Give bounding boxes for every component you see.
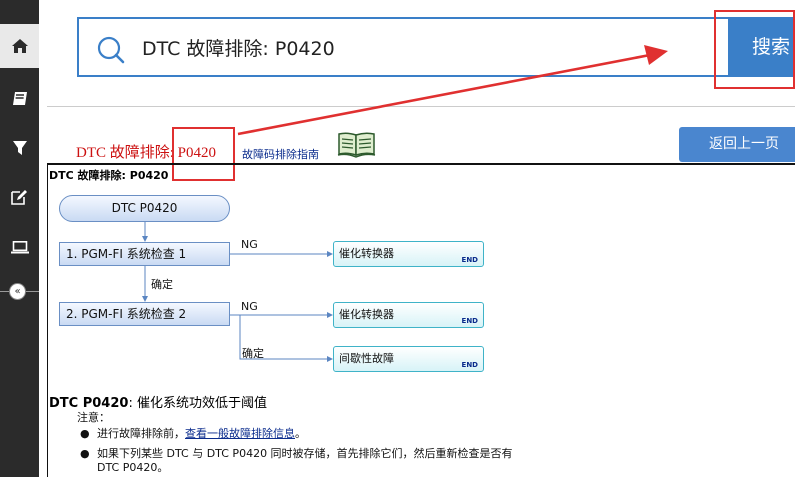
content-heading: DTC 故障排除: P0420	[49, 169, 169, 182]
open-book-icon[interactable]	[337, 131, 376, 158]
flow-ok-label-2: 确定	[242, 347, 264, 360]
end-badge: END	[461, 317, 478, 325]
note-label: 注意：	[77, 411, 110, 424]
flow-step-1[interactable]: 1. PGM-FI 系统检查 1	[59, 242, 230, 266]
bullet-item-1: 进行故障排除前，查看一般故障排除信息。	[97, 427, 306, 441]
content-frame	[47, 163, 795, 165]
bullet-dot: ●	[80, 447, 90, 460]
book-icon	[12, 91, 27, 105]
flow-result-catalytic-2[interactable]: 催化转换器 END	[333, 302, 484, 328]
flow-ng-label-1: NG	[241, 238, 258, 251]
search-icon	[97, 36, 125, 64]
content-frame-left	[47, 163, 48, 477]
flow-ok-label-1: 确定	[151, 278, 173, 291]
flow-result-intermittent[interactable]: 间歇性故障 END	[333, 346, 484, 372]
general-troubleshooting-link[interactable]: 查看一般故障排除信息	[185, 427, 295, 440]
laptop-icon	[10, 240, 29, 253]
bullet-1-prefix: 进行故障排除前，	[97, 427, 185, 440]
troubleshooting-guide-link[interactable]: 故障码排除指南	[242, 146, 319, 162]
end-badge: END	[461, 256, 478, 264]
edit-icon	[11, 190, 27, 205]
search-button[interactable]: 搜索	[728, 17, 795, 77]
sidebar-item-device[interactable]	[0, 225, 39, 269]
end-badge: END	[461, 361, 478, 369]
sidebar-item-home[interactable]	[0, 24, 39, 68]
sidebar-item-manual[interactable]	[0, 76, 39, 120]
search-box: DTC 故障排除: P0420	[77, 17, 795, 77]
result-label: 催化转换器	[339, 308, 394, 321]
sidebar-item-edit[interactable]	[0, 175, 39, 219]
bullet-dot: ●	[80, 427, 90, 440]
back-button[interactable]: 返回上一页	[679, 127, 795, 162]
page-title: DTC 故障排除: P0420	[76, 145, 217, 161]
flow-start-node[interactable]: DTC P0420	[59, 195, 230, 222]
result-label: 催化转换器	[339, 247, 394, 260]
result-label: 间歇性故障	[339, 352, 394, 365]
flow-step-2[interactable]: 2. PGM-FI 系统检查 2	[59, 302, 230, 326]
bullet-2-line-2: DTC P0420。	[97, 461, 169, 474]
flow-result-catalytic-1[interactable]: 催化转换器 END	[333, 241, 484, 267]
bullet-item-2: 如果下列某些 DTC 与 DTC P0420 同时被存储，首先排除它们，然后重新…	[97, 447, 513, 475]
filter-icon	[12, 141, 27, 155]
bullet-1-suffix: 。	[295, 427, 306, 440]
dtc-description-text: : 催化系统功效低于阈值	[128, 396, 267, 411]
sidebar-item-filter[interactable]	[0, 126, 39, 170]
search-input[interactable]: DTC 故障排除: P0420	[142, 34, 335, 61]
home-icon	[11, 39, 28, 53]
sidebar-collapse-button[interactable]: «	[9, 283, 26, 300]
header-divider	[47, 106, 795, 107]
bullet-2-line-1: 如果下列某些 DTC 与 DTC P0420 同时被存储，首先排除它们，然后重新…	[97, 447, 513, 460]
flow-ng-label-2: NG	[241, 300, 258, 313]
sidebar: «	[0, 0, 39, 477]
